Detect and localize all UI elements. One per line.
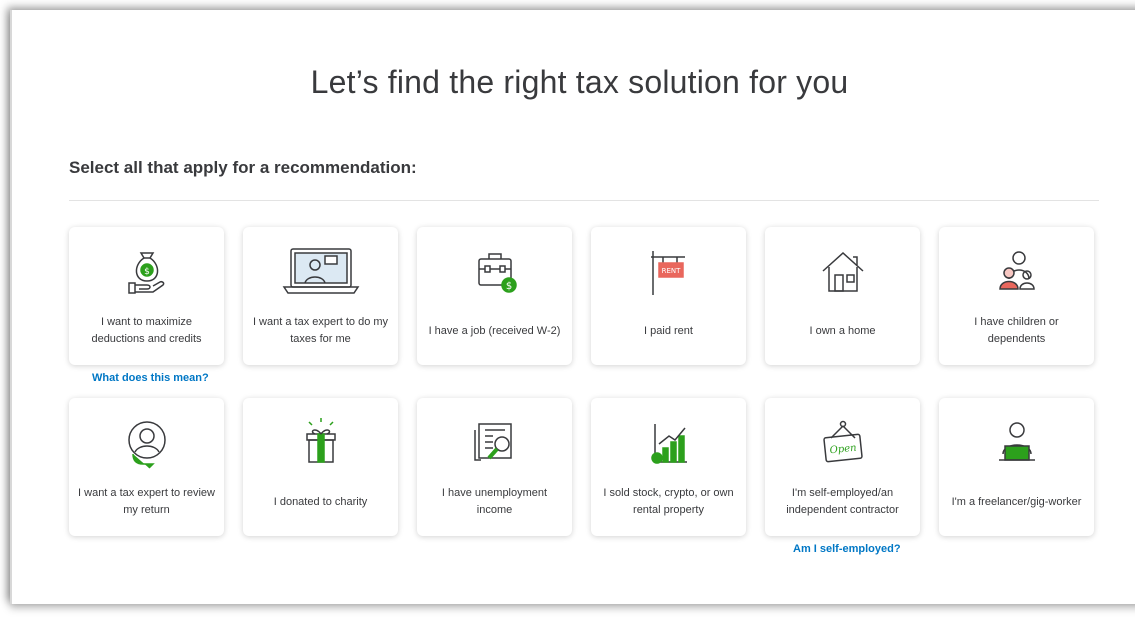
option-label: I want a tax expert to do my taxes for m… xyxy=(252,316,389,345)
option-card-self-employed[interactable]: Open I'm self-employed/an independent co… xyxy=(765,398,920,536)
instruction-text: Select all that apply for a recommendati… xyxy=(69,158,417,177)
gift-icon xyxy=(243,412,398,472)
rent-sign-icon: RENT xyxy=(591,241,746,301)
option-card-sold-stock[interactable]: I sold stock, crypto, or own rental prop… xyxy=(591,398,746,536)
expert-avatar-icon xyxy=(69,412,224,472)
option-card-maximize-deductions[interactable]: $ I want to maximize deductions and cred… xyxy=(69,227,224,365)
option-label: I have unemployment income xyxy=(441,487,548,516)
option-label: I own a home xyxy=(809,324,876,337)
option-card-children-dependents[interactable]: I have children or dependents xyxy=(939,227,1094,365)
option-card-paid-rent[interactable]: RENT I paid rent xyxy=(591,227,746,365)
option-label: I want to maximize deductions and credit… xyxy=(91,316,202,345)
am-i-self-employed-link[interactable]: Am I self-employed? xyxy=(793,543,901,555)
option-card-freelancer[interactable]: I'm a freelancer/gig-worker xyxy=(939,398,1094,536)
option-card-expert-do-taxes[interactable]: I want a tax expert to do my taxes for m… xyxy=(243,227,398,365)
option-card-unemployment-income[interactable]: I have unemployment income xyxy=(417,398,572,536)
option-label: I'm a freelancer/gig-worker xyxy=(951,495,1082,508)
option-label: I have a job (received W-2) xyxy=(428,324,561,337)
option-label: I have children or dependents xyxy=(974,316,1059,345)
divider xyxy=(69,200,1099,201)
briefcase-icon: $ xyxy=(417,241,572,301)
freelancer-laptop-icon xyxy=(939,412,1094,472)
open-sign-text: Open xyxy=(829,443,857,457)
laptop-expert-icon xyxy=(243,241,398,301)
family-icon xyxy=(939,241,1094,301)
what-does-this-mean-link[interactable]: What does this mean? xyxy=(92,372,209,384)
option-label: I'm self-employed/an independent contrac… xyxy=(786,487,899,516)
option-card-donated-charity[interactable]: I donated to charity xyxy=(243,398,398,536)
option-label: I paid rent xyxy=(644,324,693,337)
page-title: Let’s find the right tax solution for yo… xyxy=(310,64,849,100)
option-card-have-job[interactable]: $ I have a job (received W-2) xyxy=(417,227,572,365)
svg-text:$: $ xyxy=(144,267,150,277)
house-icon xyxy=(765,241,920,301)
newspaper-search-icon xyxy=(417,412,572,472)
option-label: I sold stock, crypto, or own rental prop… xyxy=(603,487,734,516)
main-panel: Let’s find the right tax solution for yo… xyxy=(10,10,1135,604)
svg-text:$: $ xyxy=(505,281,511,292)
option-label: I donated to charity xyxy=(273,495,368,508)
option-card-expert-review[interactable]: I want a tax expert to review my return xyxy=(69,398,224,536)
money-bag-hand-icon: $ xyxy=(69,241,224,301)
open-sign-icon: Open xyxy=(765,412,920,472)
stock-chart-icon xyxy=(591,412,746,472)
option-card-own-home[interactable]: I own a home xyxy=(765,227,920,365)
option-label: I want a tax expert to review my return xyxy=(78,487,215,516)
rent-sign-text: RENT xyxy=(661,267,681,275)
